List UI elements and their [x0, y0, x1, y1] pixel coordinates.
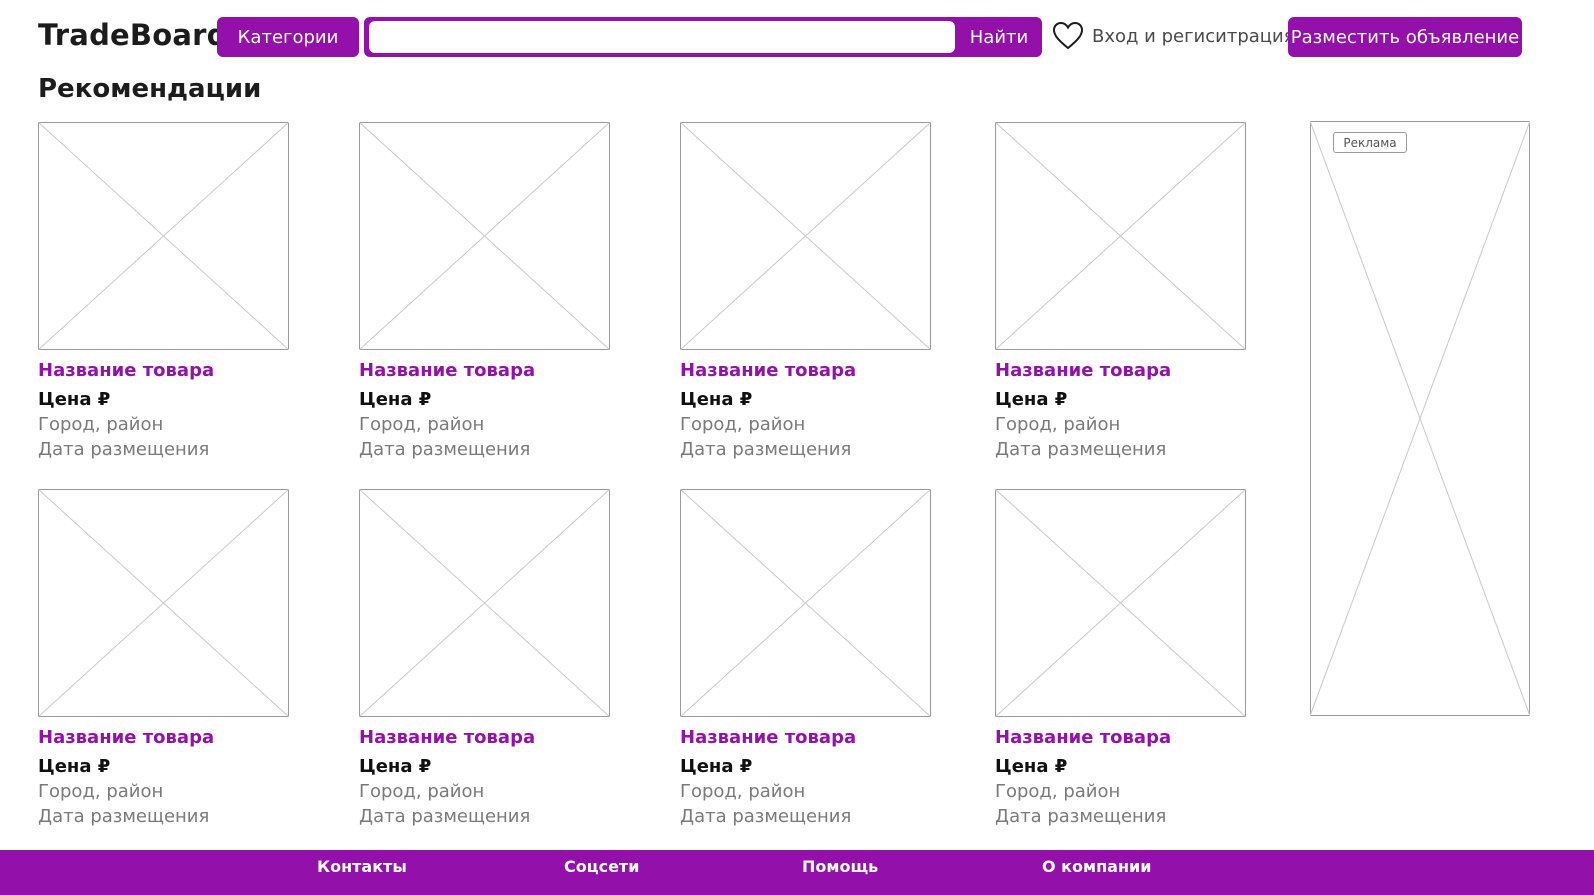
image-placeholder[interactable] [680, 489, 931, 717]
image-placeholder[interactable] [359, 489, 610, 717]
product-price: Цена ₽ [38, 389, 111, 410]
product-price: Цена ₽ [38, 756, 111, 777]
footer: Контакты Соцсети Помощь О компании [0, 850, 1594, 895]
product-card[interactable]: Название товара Цена ₽ Город, район Дата… [38, 489, 290, 827]
product-title-link[interactable]: Название товара [995, 727, 1247, 748]
product-card[interactable]: Название товара Цена ₽ Город, район Дата… [359, 489, 611, 827]
product-price: Цена ₽ [359, 389, 432, 410]
product-location: Город, район [995, 414, 1121, 435]
product-card[interactable]: Название товара Цена ₽ Город, район Дата… [680, 122, 932, 460]
product-title-link[interactable]: Название товара [38, 727, 290, 748]
footer-link-social[interactable]: Соцсети [564, 857, 639, 876]
product-date: Дата размещения [680, 439, 852, 460]
ad-banner[interactable]: Реклама [1309, 120, 1531, 717]
image-placeholder[interactable] [38, 122, 289, 350]
product-date: Дата размещения [359, 439, 531, 460]
product-title-link[interactable]: Название товара [38, 360, 290, 381]
product-location: Город, район [359, 781, 485, 802]
ad-placeholder-image [1309, 120, 1531, 717]
product-location: Город, район [359, 414, 485, 435]
product-date: Дата размещения [995, 439, 1167, 460]
search-button[interactable]: Найти [956, 17, 1042, 57]
product-card[interactable]: Название товара Цена ₽ Город, район Дата… [995, 489, 1247, 827]
footer-link-about[interactable]: О компании [1042, 857, 1151, 876]
product-location: Город, район [995, 781, 1121, 802]
product-price: Цена ₽ [995, 389, 1068, 410]
categories-button[interactable]: Категории [217, 17, 359, 57]
footer-link-contacts[interactable]: Контакты [317, 857, 407, 876]
login-register-link[interactable]: Вход и региситрация [1092, 26, 1295, 47]
image-placeholder[interactable] [995, 489, 1246, 717]
product-date: Дата размещения [995, 806, 1167, 827]
product-date: Дата размещения [38, 806, 210, 827]
site-logo[interactable]: TradeBoard [38, 18, 228, 52]
product-card[interactable]: Название товара Цена ₽ Город, район Дата… [38, 122, 290, 460]
product-title-link[interactable]: Название товара [359, 360, 611, 381]
product-price: Цена ₽ [359, 756, 432, 777]
post-ad-button[interactable]: Разместить объявление [1288, 17, 1522, 57]
product-title-link[interactable]: Название товара [359, 727, 611, 748]
image-placeholder[interactable] [680, 122, 931, 350]
product-date: Дата размещения [680, 806, 852, 827]
product-title-link[interactable]: Название товара [995, 360, 1247, 381]
product-card[interactable]: Название товара Цена ₽ Город, район Дата… [995, 122, 1247, 460]
product-card[interactable]: Название товара Цена ₽ Город, район Дата… [359, 122, 611, 460]
product-title-link[interactable]: Название товара [680, 727, 932, 748]
image-placeholder[interactable] [359, 122, 610, 350]
search-input[interactable] [369, 21, 955, 53]
product-title-link[interactable]: Название товара [680, 360, 932, 381]
product-date: Дата размещения [38, 439, 210, 460]
product-price: Цена ₽ [995, 756, 1068, 777]
product-location: Город, район [680, 781, 806, 802]
product-location: Город, район [680, 414, 806, 435]
footer-link-help[interactable]: Помощь [802, 857, 878, 876]
product-card[interactable]: Название товара Цена ₽ Город, район Дата… [680, 489, 932, 827]
product-location: Город, район [38, 781, 164, 802]
image-placeholder[interactable] [995, 122, 1246, 350]
search-bar: Найти [364, 17, 1042, 57]
image-placeholder[interactable] [38, 489, 289, 717]
product-price: Цена ₽ [680, 756, 753, 777]
product-location: Город, район [38, 414, 164, 435]
heart-icon[interactable] [1052, 21, 1084, 51]
ad-label: Реклама [1333, 132, 1407, 153]
product-date: Дата размещения [359, 806, 531, 827]
product-price: Цена ₽ [680, 389, 753, 410]
page-title: Рекомендации [38, 74, 262, 104]
